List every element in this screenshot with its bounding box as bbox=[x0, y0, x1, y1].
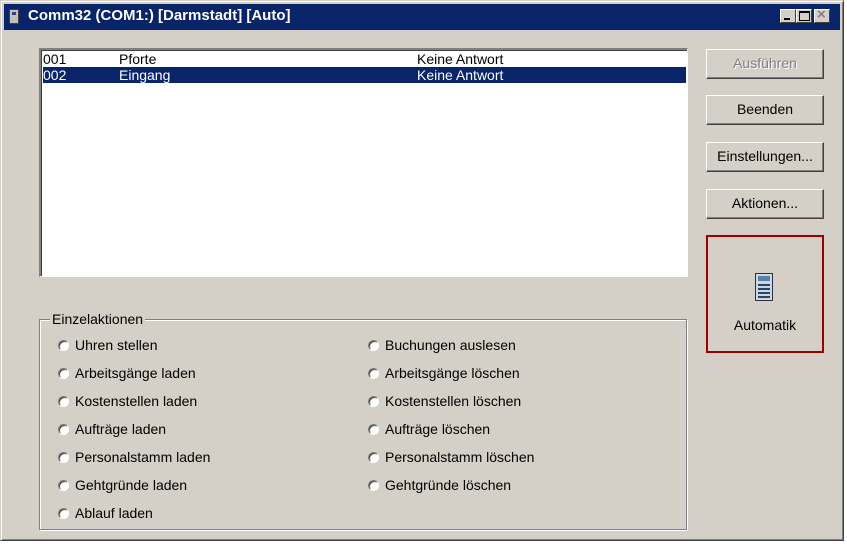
terminal-list[interactable]: 001 Pforte Keine Antwort 002 Eingang Kei… bbox=[39, 48, 688, 277]
terminal-number: 001 bbox=[43, 51, 67, 67]
window-title: Comm32 (COM1:) [Darmstadt] [Auto] bbox=[28, 7, 291, 24]
terminal-device-icon bbox=[755, 273, 773, 301]
radio-circle-icon[interactable] bbox=[58, 480, 69, 491]
beenden-button[interactable]: Beenden bbox=[706, 95, 824, 125]
radio-circle-icon[interactable] bbox=[58, 424, 69, 435]
automatik-button[interactable]: Automatik bbox=[706, 235, 824, 353]
minimize-button[interactable] bbox=[780, 9, 796, 23]
radio-circle-icon[interactable] bbox=[368, 480, 379, 491]
radio-circle-icon[interactable] bbox=[58, 508, 69, 519]
radio-label: Buchungen auslesen bbox=[385, 337, 516, 353]
radio-label: Uhren stellen bbox=[75, 337, 158, 353]
radio-circle-icon[interactable] bbox=[58, 396, 69, 407]
radio-circle-icon[interactable] bbox=[368, 396, 379, 407]
terminal-name: Eingang bbox=[119, 67, 171, 83]
terminal-status: Keine Antwort bbox=[417, 51, 504, 67]
radio-circle-icon[interactable] bbox=[368, 340, 379, 351]
radio-label: Arbeitsgänge laden bbox=[75, 365, 196, 381]
radio-label: Aufträge löschen bbox=[385, 421, 491, 437]
list-item-selected[interactable]: 002 Eingang Keine Antwort bbox=[43, 67, 686, 83]
radio-label: Ablauf laden bbox=[75, 505, 153, 521]
group-title: Einzelaktionen bbox=[50, 311, 146, 327]
einstellungen-button[interactable]: Einstellungen... bbox=[706, 142, 824, 172]
terminal-name: Pforte bbox=[119, 51, 157, 67]
radio-label: Personalstamm löschen bbox=[385, 449, 535, 465]
radio-circle-icon[interactable] bbox=[368, 424, 379, 435]
terminal-status: Keine Antwort bbox=[417, 67, 504, 83]
list-item[interactable]: 001 Pforte Keine Antwort bbox=[43, 51, 686, 67]
app-icon[interactable] bbox=[9, 9, 19, 24]
automatik-label: Automatik bbox=[733, 317, 797, 333]
comm32-window: Comm32 (COM1:) [Darmstadt] [Auto] 001 Pf… bbox=[0, 0, 844, 541]
radio-label: Kostenstellen löschen bbox=[385, 393, 522, 409]
radio-label: Personalstamm laden bbox=[75, 449, 211, 465]
radio-circle-icon[interactable] bbox=[368, 368, 379, 379]
einzelaktionen-group: Einzelaktionen Uhren stellen Arbeitsgäng… bbox=[39, 311, 687, 530]
radio-circle-icon[interactable] bbox=[58, 340, 69, 351]
close-button[interactable] bbox=[814, 6, 830, 23]
aktionen-button[interactable]: Aktionen... bbox=[706, 189, 824, 219]
radio-label: Aufträge laden bbox=[75, 421, 167, 437]
maximize-button[interactable] bbox=[796, 9, 812, 23]
radio-circle-icon[interactable] bbox=[368, 452, 379, 463]
radio-label: Gehtgründe laden bbox=[75, 477, 188, 493]
radio-circle-icon[interactable] bbox=[58, 368, 69, 379]
ausfuehren-button[interactable]: Ausführen bbox=[706, 49, 824, 79]
radio-label: Arbeitsgänge löschen bbox=[385, 365, 520, 381]
radio-label: Gehtgründe löschen bbox=[385, 477, 512, 493]
radio-circle-icon[interactable] bbox=[58, 452, 69, 463]
title-bar[interactable]: Comm32 (COM1:) [Darmstadt] [Auto] bbox=[4, 4, 840, 30]
terminal-number: 002 bbox=[43, 67, 67, 83]
radio-label: Kostenstellen laden bbox=[75, 393, 198, 409]
